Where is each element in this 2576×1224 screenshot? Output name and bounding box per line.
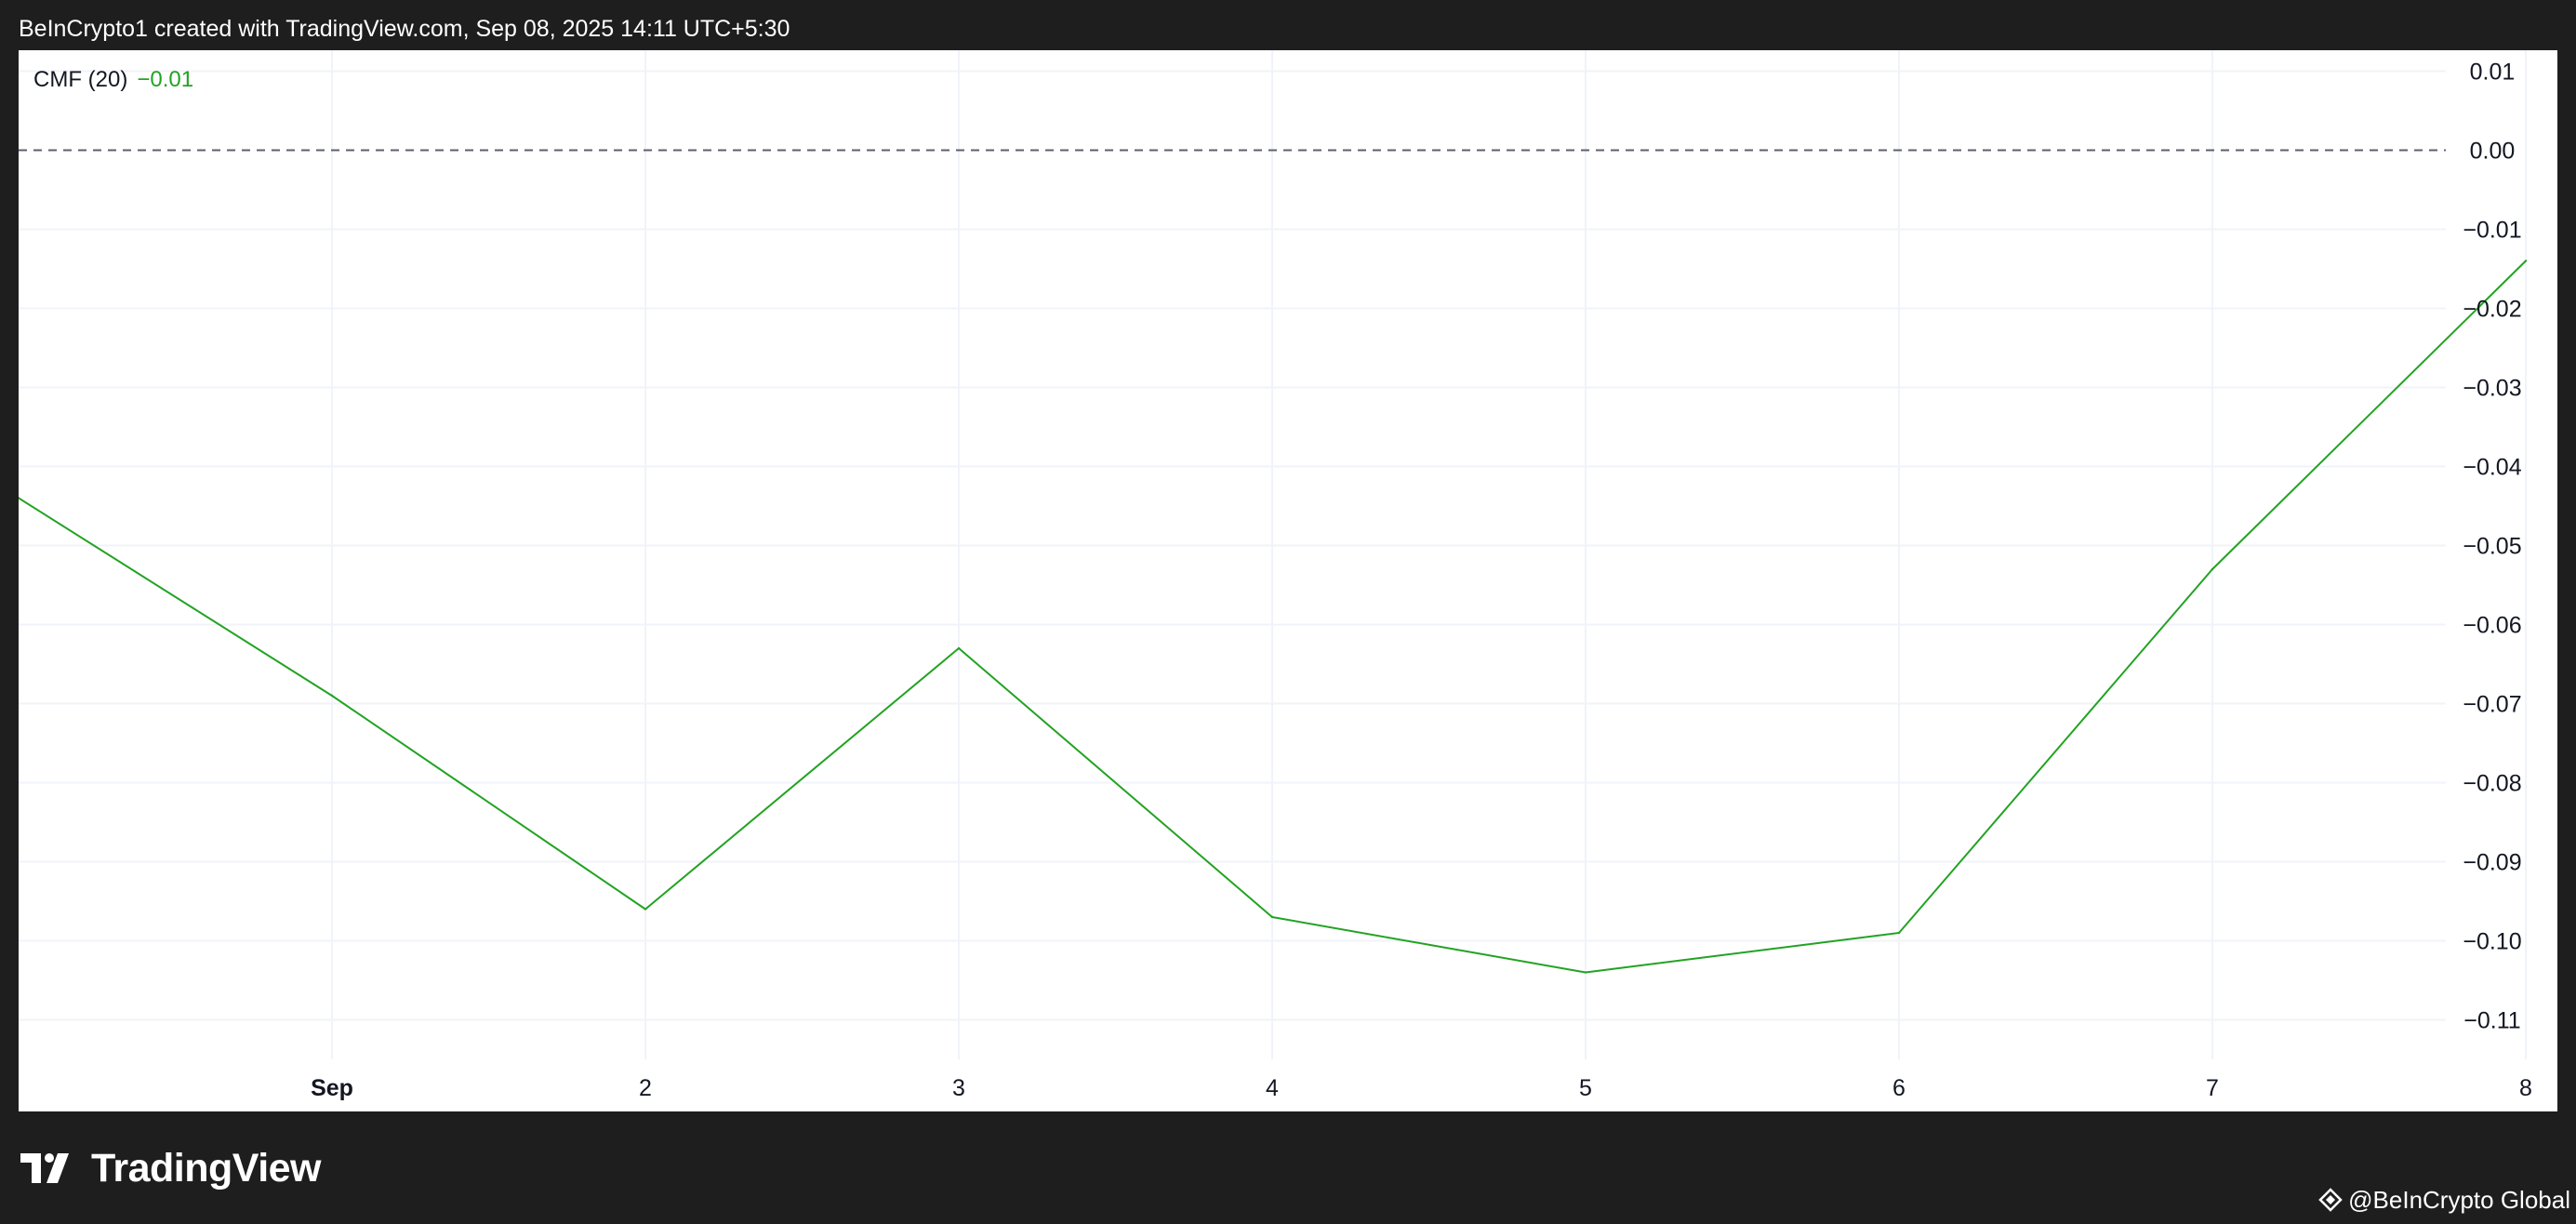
indicator-value: −0.01 bbox=[137, 67, 194, 92]
y-tick-label: −0.04 bbox=[2463, 455, 2521, 481]
cmf-chart[interactable]: 0.01 0.00 −0.01 −0.02 −0.03 −0.04 −0.05 −0.06 −0… bbox=[19, 50, 2557, 1111]
y-tick-label: −0.01 bbox=[2463, 218, 2521, 244]
y-tick-label: −0.09 bbox=[2463, 850, 2521, 876]
y-tick-label: −0.07 bbox=[2463, 692, 2521, 718]
x-tick-label: 2 bbox=[639, 1075, 652, 1101]
y-tick-label: 0.01 bbox=[2470, 60, 2516, 86]
y-tick-label: −0.03 bbox=[2463, 376, 2521, 402]
chart-caption: BeInCrypto1 created with TradingView.com… bbox=[19, 16, 790, 42]
x-tick-label: 6 bbox=[1892, 1075, 1905, 1101]
watermark-text: @BeInCrypto Global bbox=[2348, 1185, 2570, 1214]
y-tick-label: −0.06 bbox=[2463, 613, 2521, 639]
x-axis[interactable]: Sep 2 3 4 5 6 7 8 bbox=[311, 1075, 2532, 1101]
cmf-data-point bbox=[1584, 971, 1587, 974]
x-tick-label: 4 bbox=[1266, 1075, 1279, 1101]
chart-panel[interactable]: 0.01 0.00 −0.01 −0.02 −0.03 −0.04 −0.05 −0.06 −0… bbox=[19, 50, 2557, 1111]
grid-lines bbox=[19, 50, 2527, 1059]
cmf-data-point bbox=[644, 908, 647, 911]
y-tick-label: 0.00 bbox=[2470, 139, 2516, 165]
cmf-data-point bbox=[1897, 931, 1901, 935]
cmf-data-point bbox=[2524, 259, 2528, 262]
tradingview-logo-icon bbox=[20, 1153, 69, 1183]
tradingview-logo[interactable]: TradingView bbox=[20, 1142, 322, 1194]
y-tick-label: −0.05 bbox=[2463, 534, 2521, 560]
y-tick-label: −0.10 bbox=[2463, 929, 2521, 955]
tradingview-logo-text: TradingView bbox=[91, 1145, 322, 1191]
y-axis[interactable]: 0.01 0.00 −0.01 −0.02 −0.03 −0.04 −0.05 −0.06 −0… bbox=[2463, 60, 2521, 1034]
beincrypto-diamond-icon bbox=[2318, 1188, 2343, 1212]
chart-screenshot: BeInCrypto1 created with TradingView.com… bbox=[0, 0, 2576, 1224]
cmf-data-point bbox=[330, 694, 334, 698]
cmf-data-point bbox=[957, 646, 961, 650]
cmf-data-point bbox=[1270, 915, 1274, 919]
y-tick-label: −0.08 bbox=[2463, 771, 2521, 797]
indicator-name: CMF (20) bbox=[33, 67, 128, 92]
cmf-data-point bbox=[2211, 567, 2214, 571]
y-tick-label: −0.11 bbox=[2463, 1008, 2520, 1034]
x-tick-label: 3 bbox=[952, 1075, 965, 1101]
y-tick-label: −0.02 bbox=[2463, 297, 2521, 323]
x-tick-label: 8 bbox=[2519, 1075, 2532, 1101]
indicator-legend[interactable]: CMF (20) −0.01 bbox=[33, 65, 193, 95]
x-tick-label: 7 bbox=[2206, 1075, 2219, 1101]
x-tick-label: Sep bbox=[311, 1075, 353, 1101]
x-tick-label: 5 bbox=[1579, 1075, 1592, 1101]
watermark: @BeInCrypto Global bbox=[2318, 1183, 2570, 1217]
